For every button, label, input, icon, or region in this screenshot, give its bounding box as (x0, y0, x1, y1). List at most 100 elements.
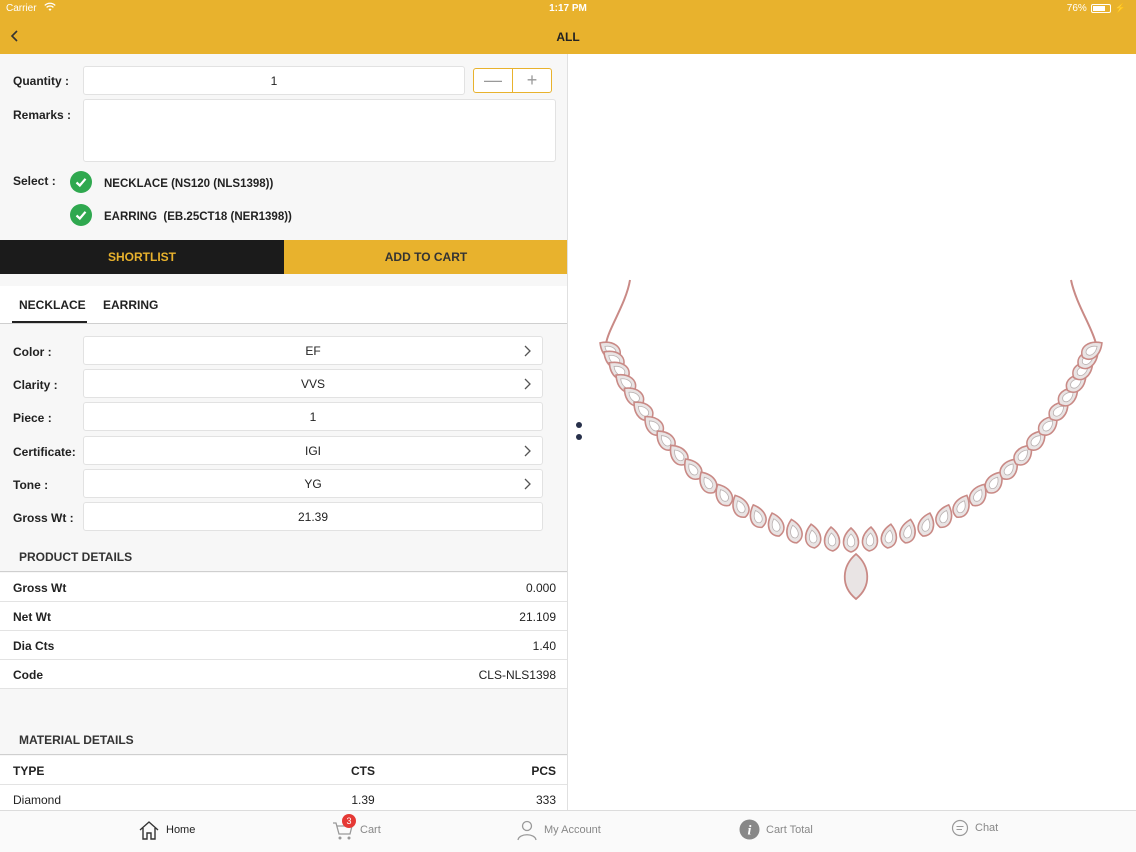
material-pcs: 333 (535, 793, 556, 807)
product-options-panel: Quantity : 1 — + Remarks : Select : NECK… (0, 54, 568, 810)
tab-label: Home (166, 824, 196, 836)
battery-icon (1090, 4, 1111, 13)
detail-key: Gross Wt (13, 581, 67, 595)
cart-badge: 3 (342, 814, 356, 828)
option-value: YG (304, 476, 322, 491)
detail-value: 21.109 (519, 610, 556, 624)
table-row: Dia Cts 1.40 (0, 631, 567, 660)
active-tab-indicator (12, 321, 87, 323)
tone-select[interactable]: YG (83, 469, 543, 498)
necklace-link (880, 523, 898, 549)
product-details-heading: PRODUCT DETAILS (0, 538, 567, 572)
home-icon (139, 821, 159, 840)
option-value: 21.39 (297, 509, 329, 524)
cart-icon-wrap: 3 (332, 814, 356, 841)
tab-label: Cart (360, 824, 381, 836)
necklace-link (823, 525, 841, 552)
necklace-link (935, 503, 953, 529)
gross-wt-field[interactable]: 21.39 (83, 502, 543, 531)
bottom-tab-bar: Home 3 Cart My Account i Cart Total Chat (0, 810, 1136, 852)
option-label: Certificate: (13, 445, 76, 459)
detail-key: Net Wt (13, 610, 51, 624)
option-label: Color : (13, 345, 52, 359)
action-buttons: SHORTLIST ADD TO CART (0, 240, 567, 274)
necklace-link (804, 523, 822, 549)
tab-label: My Account (544, 824, 601, 836)
pager-dot[interactable] (576, 422, 582, 428)
charging-icon: ⚡ (1114, 3, 1126, 13)
necklace-pendant (843, 552, 869, 601)
check-icon[interactable] (70, 204, 92, 226)
plus-icon[interactable]: + (512, 69, 551, 92)
chevron-right-icon (524, 345, 531, 356)
necklace-link (917, 512, 935, 537)
status-bar: Carrier 1:17 PM 76% ⚡ (0, 0, 1136, 18)
necklace-link (899, 518, 916, 544)
piece-field[interactable]: 1 (83, 402, 543, 431)
clarity-select[interactable]: VVS (83, 369, 543, 398)
material-cts: 1.39 (351, 793, 375, 807)
necklace-link (767, 512, 785, 537)
user-icon (517, 820, 537, 841)
detail-value: 0.000 (525, 581, 556, 595)
minus-icon[interactable]: — (474, 69, 512, 92)
battery-status: 76% ⚡ (1067, 3, 1126, 14)
necklace-link (861, 525, 879, 552)
necklace-image[interactable] (568, 54, 1136, 810)
tab-cart-total[interactable]: i Cart Total (739, 819, 813, 840)
item-tabs: NECKLACE EARRING (0, 286, 567, 324)
option-label: Clarity : (13, 378, 58, 392)
column-header: PCS (531, 764, 556, 778)
certificate-select[interactable]: IGI (83, 436, 543, 465)
remarks-label: Remarks : (13, 108, 72, 122)
selection-necklace: NECKLACE (NS120 (NLS1398)) (104, 178, 274, 190)
table-row: Net Wt 21.109 (0, 602, 567, 631)
chat-icon (951, 819, 969, 837)
selection-earring: EARRING (EB.25CT18 (NER1398)) (104, 211, 292, 223)
quantity-input[interactable]: 1 (83, 66, 465, 95)
shortlist-button[interactable]: SHORTLIST (0, 240, 284, 274)
pager-dot[interactable] (576, 434, 582, 440)
battery-percent: 76% (1066, 3, 1087, 14)
option-label: Tone : (13, 478, 49, 492)
top-bar: Carrier 1:17 PM 76% ⚡ ALL (0, 0, 1136, 54)
add-to-cart-button[interactable]: ADD TO CART (284, 240, 567, 274)
material-details-heading: MATERIAL DETAILS (0, 721, 567, 755)
page-title: ALL (556, 30, 580, 44)
tab-necklace[interactable]: NECKLACE (19, 298, 86, 312)
detail-value: 1.40 (532, 639, 556, 653)
product-image-panel (568, 54, 1136, 810)
necklace-link (786, 518, 803, 544)
option-value: VVS (300, 376, 325, 391)
chevron-right-icon (524, 445, 531, 456)
tab-chat[interactable]: Chat (951, 819, 998, 837)
column-header: TYPE (13, 764, 45, 778)
table-header-row: TYPE CTS PCS (0, 756, 567, 785)
option-value: IGI (304, 443, 321, 458)
table-row: Gross Wt 0.000 (0, 573, 567, 602)
quantity-stepper[interactable]: — + (473, 68, 552, 93)
tab-label: Chat (975, 822, 999, 834)
detail-value: CLS-NLS1398 (478, 668, 556, 682)
option-value: 1 (309, 409, 317, 424)
pager-dots[interactable] (576, 422, 582, 446)
color-select[interactable]: EF (83, 336, 543, 365)
quantity-value: 1 (270, 73, 278, 88)
clock: 1:17 PM (549, 3, 587, 14)
check-icon[interactable] (70, 171, 92, 193)
remarks-field[interactable] (83, 99, 556, 162)
chevron-right-icon (524, 478, 531, 489)
detail-key: Code (13, 668, 43, 682)
tab-cart[interactable]: 3 Cart (332, 814, 381, 841)
info-icon: i (739, 819, 760, 840)
table-row: Code CLS-NLS1398 (0, 660, 567, 689)
material-type: Diamond (13, 793, 62, 807)
option-label: Piece : (13, 411, 52, 425)
chevron-right-icon (524, 378, 531, 389)
select-label: Select : (13, 174, 56, 188)
tab-home[interactable]: Home (138, 819, 195, 841)
tab-my-account[interactable]: My Account (516, 819, 601, 841)
table-row: Diamond 1.39 333 (0, 785, 567, 810)
tab-earring[interactable]: EARRING (103, 298, 158, 312)
column-header: CTS (351, 764, 375, 778)
